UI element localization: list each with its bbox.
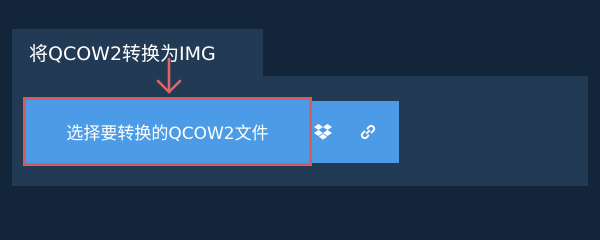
upload-button-highlight: 选择要转换的QCOW2文件 bbox=[23, 97, 312, 166]
dropbox-icon bbox=[314, 124, 332, 140]
dropbox-button[interactable] bbox=[312, 101, 334, 163]
arrow-down-icon bbox=[155, 58, 183, 96]
choose-file-label: 选择要转换的QCOW2文件 bbox=[66, 124, 269, 144]
link-icon bbox=[360, 124, 376, 140]
page-title: 将QCOW2转换为IMG bbox=[29, 43, 216, 65]
choose-file-button[interactable]: 选择要转换的QCOW2文件 bbox=[29, 103, 306, 160]
url-link-button[interactable] bbox=[336, 101, 399, 163]
converter-tab: 将QCOW2转换为IMG bbox=[12, 29, 263, 76]
